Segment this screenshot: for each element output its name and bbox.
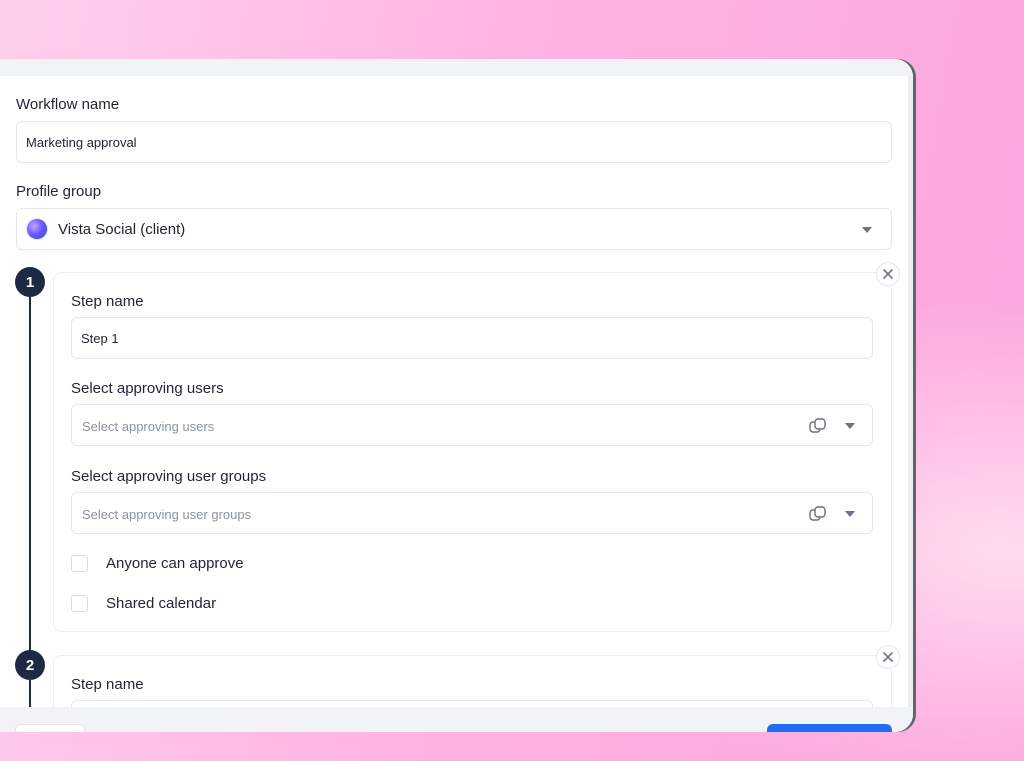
close-icon xyxy=(883,652,893,662)
shared-calendar-checkbox[interactable] xyxy=(71,595,88,612)
close-icon xyxy=(883,269,893,279)
remove-step-button[interactable] xyxy=(876,262,900,286)
approving-users-select[interactable]: Select approving users xyxy=(71,404,873,446)
approving-groups-select[interactable]: Select approving user groups xyxy=(71,492,873,534)
step-name-input[interactable]: Step 1 xyxy=(71,317,873,359)
remove-step-button[interactable] xyxy=(876,645,900,669)
chevron-down-icon xyxy=(845,511,855,517)
shared-calendar-label: Shared calendar xyxy=(106,595,217,612)
modal-header-strip xyxy=(0,59,913,76)
step-name-label: Step name xyxy=(71,676,144,693)
workflow-name-label: Workflow name xyxy=(16,96,120,113)
step-connector-line xyxy=(29,297,31,651)
anyone-can-approve-checkbox[interactable] xyxy=(71,555,88,572)
workflow-name-input[interactable]: Marketing approval xyxy=(16,121,892,163)
step-number-badge: 1 xyxy=(15,267,45,297)
approving-users-label: Select approving users xyxy=(71,380,224,397)
profile-group-value: Vista Social (client) xyxy=(58,221,186,238)
step-connector-line xyxy=(29,680,31,710)
workflow-modal: Workflow name Marketing approval Profile… xyxy=(0,59,913,732)
copy-icon[interactable] xyxy=(809,505,827,523)
step-name-label: Step name xyxy=(71,293,144,310)
step-number-badge: 2 xyxy=(15,650,45,680)
approving-groups-label: Select approving user groups xyxy=(71,468,267,485)
anyone-can-approve-label: Anyone can approve xyxy=(106,555,244,572)
chevron-down-icon xyxy=(862,227,872,233)
copy-icon[interactable] xyxy=(809,417,827,435)
save-button[interactable] xyxy=(767,724,892,732)
profile-group-label: Profile group xyxy=(16,183,102,200)
cancel-button[interactable] xyxy=(15,724,85,732)
chevron-down-icon xyxy=(845,423,855,429)
approving-users-placeholder: Select approving users xyxy=(82,419,215,434)
approving-groups-placeholder: Select approving user groups xyxy=(82,507,252,522)
scrollbar[interactable] xyxy=(908,76,913,716)
profile-avatar xyxy=(27,219,47,239)
profile-group-select[interactable]: Vista Social (client) xyxy=(16,208,892,250)
